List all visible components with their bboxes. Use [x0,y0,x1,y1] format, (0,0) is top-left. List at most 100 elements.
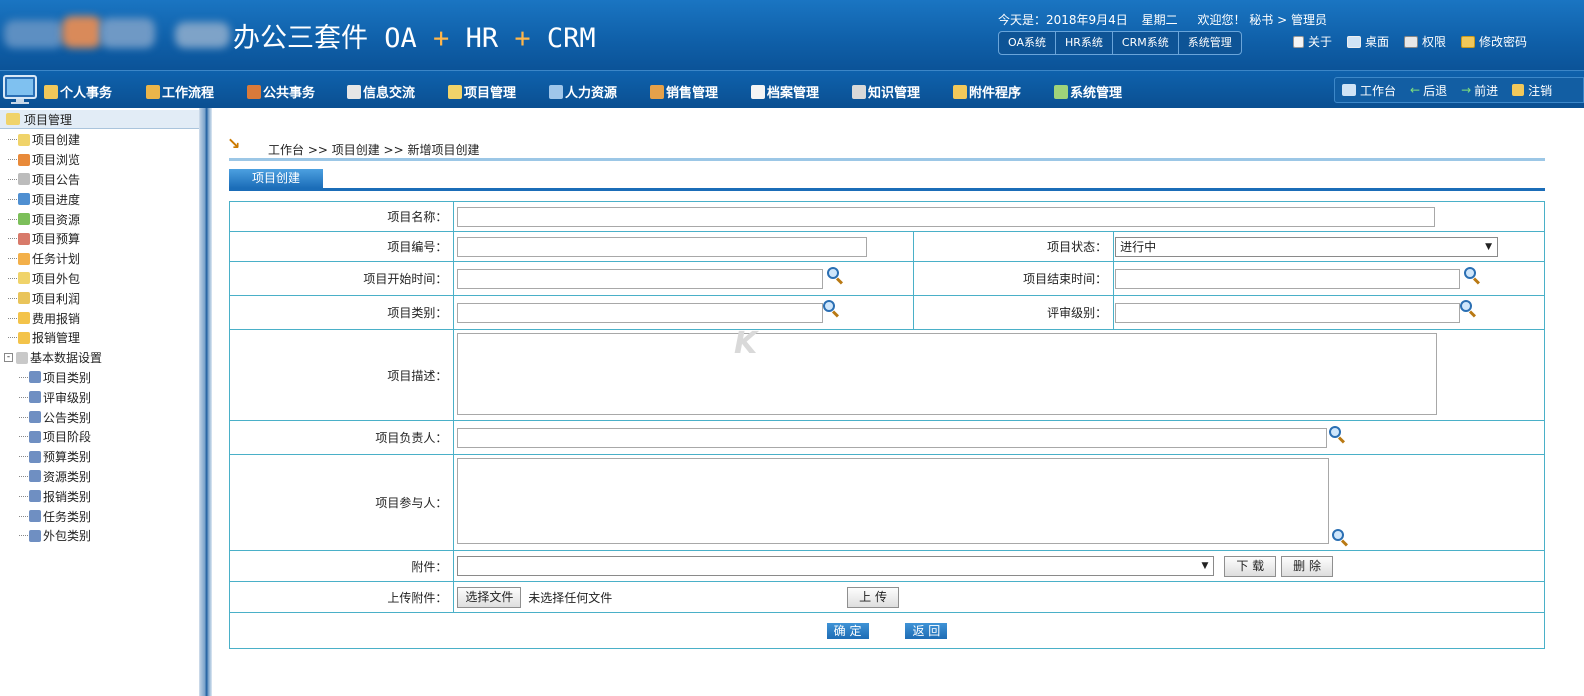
user-icon [18,312,30,325]
download-button[interactable]: 下 载 [1224,555,1277,577]
sys-tab-crm[interactable]: CRM系统 [1113,32,1179,54]
delete-button[interactable]: 删 除 [1281,555,1334,577]
permission-button[interactable]: 权限 [1404,33,1446,50]
label-attachment: 附件： [228,550,455,582]
label-review-level: 评审级别： [913,295,1115,330]
sidebar: 项目管理 项目创建 项目浏览 项目公告 项目进度 项目资源 项目预算 任务计划 … [0,108,200,696]
sidebar-subitem-notice-type[interactable]: 公告类别 [0,407,200,427]
sidebar-item-expense[interactable]: 费用报销 [0,308,200,328]
project-members-textarea[interactable] [457,458,1330,544]
logout-button[interactable]: 注销 [1512,82,1552,99]
main-nav: 个人事务 工作流程 公共事务 信息交流 项目管理 人力资源 销售管理 档案管理 … [0,70,1584,108]
sidebar-item-project-browse[interactable]: 项目浏览 [0,150,200,170]
sys-tab-admin[interactable]: 系统管理 [1179,32,1241,54]
choose-file-button[interactable]: 选择文件 [457,586,522,608]
nav-public[interactable]: 公共事务 [247,82,315,101]
book-icon [29,529,41,542]
search-icon[interactable] [1460,300,1477,318]
sidebar-subitem-review[interactable]: 评审级别 [0,387,200,407]
review-level-input[interactable] [1115,302,1461,323]
nav-project[interactable]: 项目管理 [448,82,516,101]
upload-button[interactable]: 上 传 [847,586,900,608]
project-category-input[interactable] [457,302,824,323]
logout-icon [1512,84,1525,96]
computer-icon [3,75,37,104]
sidebar-subitem-outsource-type[interactable]: 外包类别 [0,526,200,546]
sidebar-item-outsource[interactable]: 项目外包 [0,269,200,289]
forward-nav-button[interactable]: → 前进 [1461,82,1498,99]
sidebar-subitem-expense-type[interactable]: 报销类别 [0,486,200,506]
end-time-input[interactable] [1115,268,1461,289]
sidebar-subitem-stage[interactable]: 项目阶段 [0,427,200,447]
about-button[interactable]: 关于 [1293,33,1332,50]
sys-tab-hr[interactable]: HR系统 [1056,32,1113,54]
chart-icon [18,193,30,206]
nav-hr[interactable]: 人力资源 [549,82,617,101]
project-desc-textarea[interactable] [457,332,1438,415]
workbench-button[interactable]: 工作台 [1342,82,1396,99]
monitor-icon [1347,35,1362,48]
search-icon[interactable] [1329,426,1346,444]
nav-archive[interactable]: 档案管理 [751,82,819,101]
nav-sales[interactable]: 销售管理 [650,82,718,101]
nav-attachment[interactable]: 附件程序 [953,82,1021,101]
box-icon [18,292,30,305]
notice-icon [18,173,30,186]
dropdown-arrow-icon: ▼ [1485,241,1493,252]
project-owner-input[interactable] [457,427,1328,448]
change-password-button[interactable]: 修改密码 [1461,33,1527,50]
search-icon[interactable] [827,267,844,285]
task-icon [18,252,30,265]
search-icon[interactable] [823,300,840,318]
project-status-select[interactable]: 进行中 ▼ [1115,236,1499,257]
nav-workflow[interactable]: 工作流程 [146,82,214,101]
sidebar-group-basic-data[interactable]: - 基本数据设置 [0,348,200,368]
sidebar-subitem-resource-type[interactable]: 资源类别 [0,467,200,487]
desktop-button[interactable]: 桌面 [1347,33,1389,50]
sidebar-item-project-create[interactable]: 项目创建 [0,130,200,150]
user-icon [18,331,30,344]
sidebar-root[interactable]: 项目管理 [0,110,199,129]
attachment-select[interactable]: ▼ [457,556,1215,576]
weekday-text: 星期二 [1141,13,1178,27]
sidebar-item-project-resource[interactable]: 项目资源 [0,209,200,229]
project-icon [18,133,30,146]
search-icon[interactable] [1464,267,1481,285]
date-text: 今天是：2018年9月4日 [998,13,1128,27]
project-icon [6,113,20,125]
book-icon [29,450,41,463]
back-nav-button[interactable]: ← 后退 [1410,82,1447,99]
project-code-input[interactable] [457,236,868,257]
back-button[interactable]: 返 回 [905,622,948,639]
nav-system[interactable]: 系统管理 [1054,82,1122,101]
sys-tab-oa[interactable]: OA系统 [999,32,1056,54]
start-time-input[interactable] [457,268,824,289]
project-name-input[interactable] [457,206,1436,227]
sidebar-item-profit[interactable]: 项目利润 [0,288,200,308]
divider [229,188,1545,191]
sidebar-subitem-budget-type[interactable]: 预算类别 [0,447,200,467]
sidebar-item-project-notice[interactable]: 项目公告 [0,170,200,190]
sidebar-item-project-progress[interactable]: 项目进度 [0,189,200,209]
browse-icon [18,153,30,166]
nav-info[interactable]: 信息交流 [347,82,415,101]
confirm-button[interactable]: 确 定 [826,622,869,639]
sidebar-splitter[interactable] [200,108,212,696]
nav-knowledge[interactable]: 知识管理 [852,82,920,101]
label-project-status: 项目状态： [913,231,1115,262]
search-icon[interactable] [1332,529,1349,547]
tab-project-create[interactable]: 项目创建 [229,169,323,188]
document-icon [1293,35,1304,48]
sidebar-tree: 项目创建 项目浏览 项目公告 项目进度 项目资源 项目预算 任务计划 项目外包 … [0,130,200,546]
divider [229,158,1545,161]
sidebar-item-expense-manage[interactable]: 报销管理 [0,328,200,348]
breadcrumb: 工作台 >> 项目创建 >> 新增项目创建 [268,143,480,157]
project-form: 项目名称： 项目编号： 项目状态： 进行中 ▼ 项目开始时间： 项目结束时间： 项… [228,201,1545,649]
nav-personal[interactable]: 个人事务 [44,82,112,101]
no-file-text: 未选择任何文件 [528,590,613,605]
sidebar-subitem-category[interactable]: 项目类别 [0,368,200,388]
arrow-left-icon: ← [1410,83,1421,97]
sidebar-item-task-plan[interactable]: 任务计划 [0,249,200,269]
sidebar-item-project-budget[interactable]: 项目预算 [0,229,200,249]
sidebar-subitem-task-type[interactable]: 任务类别 [0,506,200,526]
